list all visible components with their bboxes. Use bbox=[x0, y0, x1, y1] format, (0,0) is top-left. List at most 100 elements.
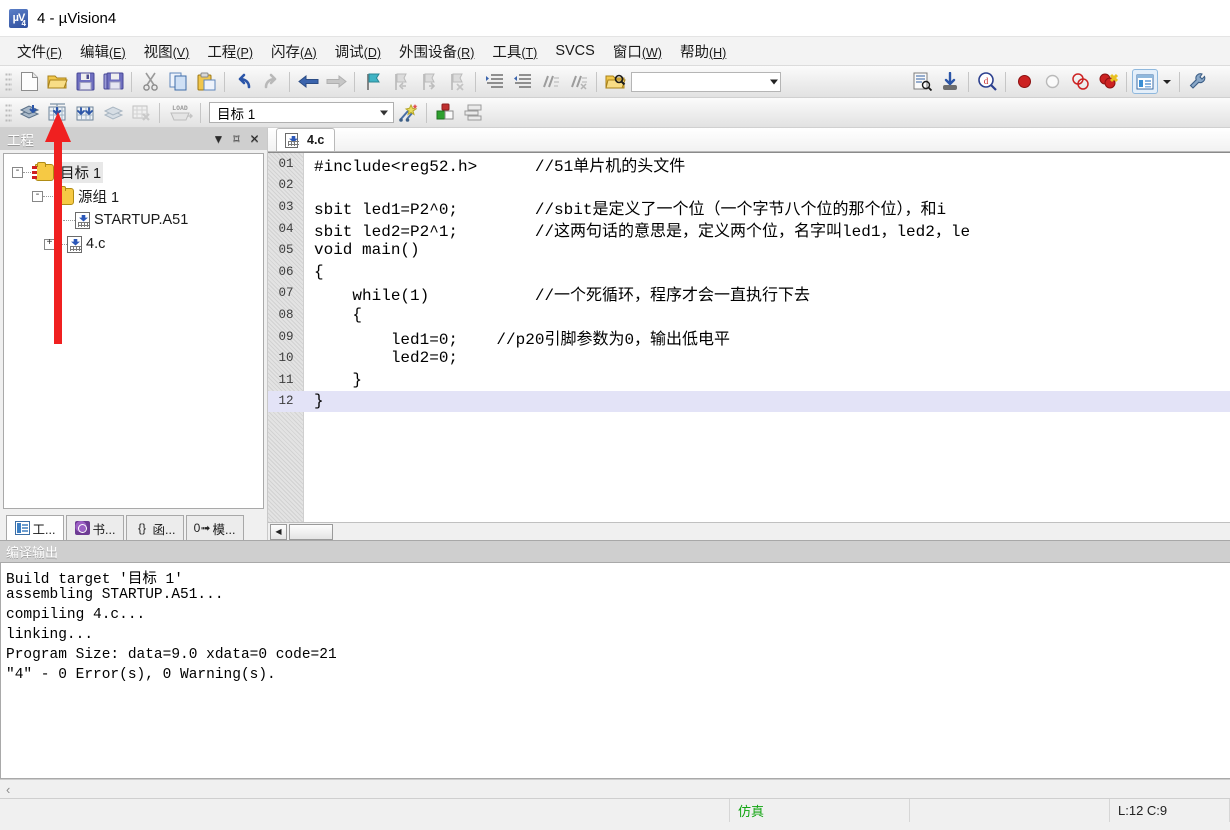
code-lines[interactable]: 01 #include<reg52.h> //51单片机的头文件 02 03 sbit … bbox=[268, 153, 1230, 522]
pin-icon[interactable]: ⌑ bbox=[228, 131, 245, 148]
project-tab-0[interactable]: 工... bbox=[6, 515, 64, 540]
target-select[interactable]: 目标 1 bbox=[209, 102, 394, 123]
code-text: sbit led2=P2^1; //这两句话的意思是，定义两个位，名字叫led1… bbox=[314, 222, 971, 241]
line-number: 06 bbox=[278, 264, 294, 279]
code-line[interactable]: 07 while(1) //一个死循环，程序才会一直执行下去 bbox=[268, 283, 1230, 305]
configure-icon[interactable] bbox=[909, 69, 935, 94]
project-window-icon[interactable] bbox=[1132, 69, 1158, 94]
chevron-down-icon[interactable]: ▼ bbox=[210, 131, 227, 148]
line-number: 09 bbox=[278, 329, 294, 344]
back-icon[interactable] bbox=[295, 69, 321, 94]
undo-icon[interactable] bbox=[230, 69, 256, 94]
download-icon[interactable]: LOAD bbox=[165, 100, 195, 125]
editor-horizontal-scrollbar[interactable]: ◀ bbox=[268, 522, 1230, 540]
new-file-icon[interactable] bbox=[16, 69, 42, 94]
paste-icon[interactable] bbox=[193, 69, 219, 94]
code-line[interactable]: 08 { bbox=[268, 304, 1230, 326]
output-horizontal-scrollbar[interactable]: ‹ bbox=[0, 779, 1230, 798]
target-options-icon[interactable] bbox=[395, 100, 421, 125]
outdent-icon[interactable] bbox=[509, 69, 535, 94]
line-number: 01 bbox=[278, 156, 294, 171]
build-output-panel: 编译输出 Build target '目标 1' assembling START… bbox=[0, 540, 1230, 798]
bookmark-next-icon[interactable] bbox=[416, 69, 442, 94]
code-line[interactable]: 06 { bbox=[268, 261, 1230, 283]
open-file-icon[interactable] bbox=[44, 69, 70, 94]
project-tab-3[interactable]: 0➟ 模... bbox=[186, 515, 244, 540]
menu-item-6[interactable]: 外围设备(R) bbox=[390, 38, 483, 65]
debug-start-icon[interactable] bbox=[937, 69, 963, 94]
forward-icon[interactable] bbox=[323, 69, 349, 94]
close-icon[interactable]: ✕ bbox=[246, 131, 263, 148]
translate-icon[interactable] bbox=[16, 100, 42, 125]
menu-item-label: 工程 bbox=[207, 44, 237, 61]
toolbar-separator bbox=[131, 71, 132, 92]
find-combo[interactable] bbox=[631, 71, 781, 92]
scroll-left-icon[interactable]: ◀ bbox=[270, 523, 287, 540]
menu-item-2[interactable]: 视图(V) bbox=[135, 38, 199, 65]
menu-item-8[interactable]: SVCS bbox=[546, 40, 604, 62]
breakpoint-disable-icon[interactable] bbox=[1039, 69, 1065, 94]
redo-icon[interactable] bbox=[258, 69, 284, 94]
code-line[interactable]: 04 sbit led2=P2^1; //这两句话的意思是，定义两个位，名字叫le… bbox=[268, 218, 1230, 241]
menu-item-5[interactable]: 调试(D) bbox=[326, 38, 390, 65]
comment-icon[interactable] bbox=[537, 69, 563, 94]
code-line[interactable]: 09 led1=0; //p20引脚参数为0，输出低电平 bbox=[268, 326, 1230, 349]
configure-wizard-icon[interactable] bbox=[1185, 69, 1211, 94]
indent-icon[interactable] bbox=[481, 69, 507, 94]
menu-item-label: 窗口 bbox=[612, 44, 642, 61]
code-text: { bbox=[314, 262, 324, 281]
code-line[interactable]: 01 #include<reg52.h> //51单片机的头文件 bbox=[268, 153, 1230, 176]
menu-item-10[interactable]: 帮助(H) bbox=[671, 38, 735, 65]
scrollbar-thumb[interactable] bbox=[289, 523, 333, 540]
code-line[interactable]: 05 void main() bbox=[268, 239, 1230, 261]
insert-watch-icon[interactable]: d bbox=[974, 69, 1000, 94]
scroll-left-icon[interactable]: ‹ bbox=[6, 782, 10, 797]
code-line[interactable]: 02 bbox=[268, 175, 1230, 197]
chevron-down-icon[interactable] bbox=[770, 79, 778, 84]
code-line[interactable]: 10 led2=0; bbox=[268, 347, 1230, 369]
bookmark-clear-icon[interactable] bbox=[444, 69, 470, 94]
project-window-dropdown-icon[interactable] bbox=[1160, 69, 1174, 94]
menu-item-accelerator: (E) bbox=[108, 45, 126, 60]
project-tab-2[interactable]: {} 函... bbox=[126, 515, 184, 540]
manage-components-icon[interactable] bbox=[432, 100, 458, 125]
find-in-files-icon[interactable] bbox=[602, 69, 628, 94]
cut-icon[interactable] bbox=[137, 69, 163, 94]
project-tab-1[interactable]: 书... bbox=[66, 515, 124, 540]
project-tab-label: 模... bbox=[212, 522, 236, 537]
line-number: 07 bbox=[278, 286, 294, 301]
save-all-icon[interactable] bbox=[100, 69, 126, 94]
chevron-down-icon[interactable] bbox=[380, 110, 388, 115]
build-toolbar-grip[interactable] bbox=[5, 102, 12, 123]
status-cursor-position: L:12 C:9 bbox=[1110, 799, 1230, 822]
tab-4-c[interactable]: 4.c bbox=[276, 128, 336, 151]
code-line[interactable]: 03 sbit led1=P2^0; //sbit是定义了一个位（一个字节八个位的… bbox=[268, 196, 1230, 219]
uncomment-icon[interactable] bbox=[565, 69, 591, 94]
menu-item-label: SVCS bbox=[555, 43, 595, 59]
menu-item-accelerator: (R) bbox=[457, 45, 475, 60]
build-output-text[interactable]: Build target '目标 1' assembling STARTUP.A5… bbox=[0, 562, 1230, 779]
code-editor[interactable]: 01 #include<reg52.h> //51单片机的头文件 02 03 sbit … bbox=[268, 152, 1230, 522]
batch-build-icon[interactable] bbox=[100, 100, 126, 125]
templates-icon: 0➟ bbox=[193, 521, 211, 535]
collapse-icon[interactable]: - bbox=[12, 166, 23, 178]
toolbar-grip[interactable] bbox=[5, 71, 12, 92]
code-line[interactable]: 12} bbox=[268, 390, 1230, 413]
save-icon[interactable] bbox=[72, 69, 98, 94]
manage-multi-project-icon[interactable] bbox=[460, 100, 486, 125]
toolbar-separator bbox=[1179, 71, 1180, 92]
menu-item-1[interactable]: 编辑(E) bbox=[71, 38, 135, 65]
breakpoint-disable-all-icon[interactable] bbox=[1067, 69, 1093, 94]
menu-item-3[interactable]: 工程(P) bbox=[198, 38, 262, 65]
menu-item-0[interactable]: 文件(F) bbox=[8, 38, 71, 65]
stop-build-icon[interactable] bbox=[128, 100, 154, 125]
menu-item-9[interactable]: 窗口(W) bbox=[604, 38, 671, 65]
bookmark-prev-icon[interactable] bbox=[388, 69, 414, 94]
code-line[interactable]: 11 } bbox=[268, 369, 1230, 391]
bookmark-toggle-icon[interactable] bbox=[360, 69, 386, 94]
menu-item-7[interactable]: 工具(T) bbox=[483, 38, 546, 65]
menu-item-4[interactable]: 闪存(A) bbox=[262, 38, 326, 65]
breakpoint-icon[interactable] bbox=[1011, 69, 1037, 94]
breakpoint-kill-all-icon[interactable] bbox=[1095, 69, 1121, 94]
copy-icon[interactable] bbox=[165, 69, 191, 94]
